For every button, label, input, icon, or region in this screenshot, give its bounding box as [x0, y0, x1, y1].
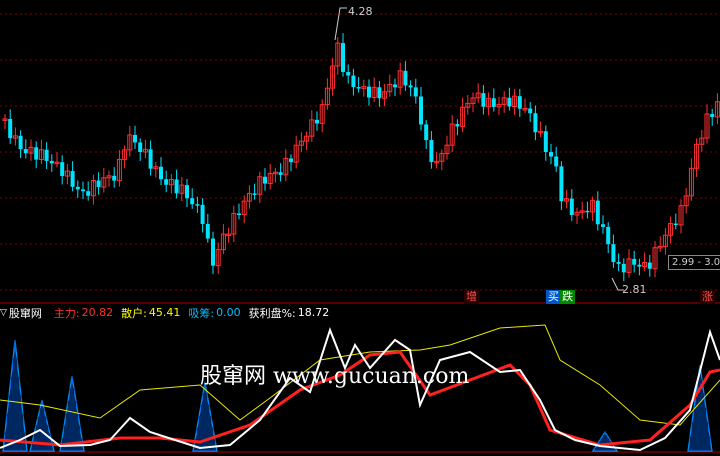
candle-down — [455, 124, 460, 127]
indicator-header: ▽ 股窜网 主力: 20.82 散户: 45.41 吸筹: 0.00 获利盘%:… — [0, 305, 331, 320]
high-marker-line — [334, 7, 347, 41]
candle-down — [637, 264, 642, 267]
signal-flag-rise: 涨 — [700, 290, 715, 304]
indicator-retail-label: 散户: — [121, 306, 147, 320]
candle-down — [44, 149, 49, 161]
indicator-main-value: 20.82 — [81, 306, 114, 319]
candle-down — [75, 186, 80, 190]
candle-down — [346, 71, 351, 76]
candle-down — [491, 98, 496, 107]
candle-down — [585, 210, 590, 213]
candle-down — [23, 149, 28, 154]
candle-down — [559, 166, 564, 202]
candle-down — [377, 87, 382, 99]
candle-down — [710, 114, 715, 117]
candle-down — [393, 84, 397, 88]
candle-down — [408, 85, 413, 88]
candle-down — [81, 189, 85, 192]
candle-down — [252, 193, 257, 195]
candle-down — [507, 97, 512, 107]
candle-down — [278, 172, 283, 175]
candle-down — [601, 224, 605, 227]
candle-down — [195, 204, 200, 206]
candle-down — [606, 226, 611, 245]
candle-down — [205, 223, 210, 239]
candle-down — [133, 134, 137, 143]
candle-down — [647, 262, 652, 269]
candle-down — [70, 171, 75, 187]
candle-down — [49, 160, 54, 164]
candle-down — [616, 262, 621, 264]
candle-down — [611, 244, 616, 263]
candlestick-series — [2, 7, 720, 291]
candle-down — [413, 87, 418, 97]
candle-down — [621, 263, 626, 273]
candle-down — [517, 96, 522, 109]
price-range-box: 2.99 - 3.00 — [668, 255, 720, 270]
indicator-retail-value: 45.41 — [148, 306, 181, 319]
candle-down — [367, 86, 371, 98]
profit-line — [0, 327, 720, 452]
candle-down — [403, 70, 408, 86]
candle-down — [96, 180, 101, 188]
candle-down — [112, 175, 117, 181]
candle-down — [164, 179, 169, 185]
candle-down — [673, 223, 678, 226]
signal-flag-buy: 买 — [546, 290, 561, 304]
watermark-text: 股窜网 www.gucuan.com — [200, 364, 470, 389]
candle-down — [34, 147, 39, 160]
candle-down — [356, 87, 361, 89]
candle-down — [18, 135, 23, 150]
candle-down — [86, 191, 91, 196]
candle-down — [549, 152, 553, 157]
candle-down — [8, 118, 13, 139]
candle-down — [185, 185, 189, 199]
candle-down — [289, 158, 293, 163]
candle-down — [138, 142, 143, 152]
candle-down — [528, 108, 533, 114]
indicator-profit-value: 18.72 — [297, 306, 330, 319]
candle-down — [341, 43, 345, 72]
candle-down — [481, 93, 486, 107]
candle-down — [533, 113, 538, 133]
candle-down — [632, 258, 637, 265]
candle-down — [263, 176, 267, 184]
indicator-expand-icon[interactable]: ▽ — [0, 308, 7, 318]
candle-down — [424, 124, 429, 141]
candle-down — [190, 198, 195, 205]
low-price-label: 2.81 — [622, 283, 647, 296]
indicator-main-label: 主力: — [53, 306, 80, 320]
candle-down — [569, 198, 574, 216]
candle-down — [595, 200, 600, 225]
candle-down — [315, 119, 319, 124]
signal-flag-drop: 跌 — [560, 290, 575, 304]
indicator-profit-label: 获利盘%: — [248, 306, 296, 320]
indicator-name[interactable]: 股窜网 — [9, 305, 42, 321]
candle-down — [159, 166, 163, 180]
candle-down — [554, 156, 559, 167]
high-price-label: 4.28 — [348, 5, 373, 18]
candle-down — [429, 140, 434, 163]
candle-down — [60, 162, 65, 177]
candle-down — [200, 204, 205, 224]
candle-down — [211, 238, 215, 266]
candle-down — [543, 131, 548, 153]
candle-down — [148, 149, 153, 169]
candle-down — [174, 179, 179, 194]
indicator-absorb-label: 吸筹: — [188, 306, 215, 320]
candle-down — [237, 213, 241, 215]
signal-flag-zeng: 增 — [464, 290, 479, 304]
candle-down — [419, 96, 423, 125]
candle-down — [351, 75, 356, 88]
indicator-absorb-value: 0.00 — [216, 306, 241, 319]
